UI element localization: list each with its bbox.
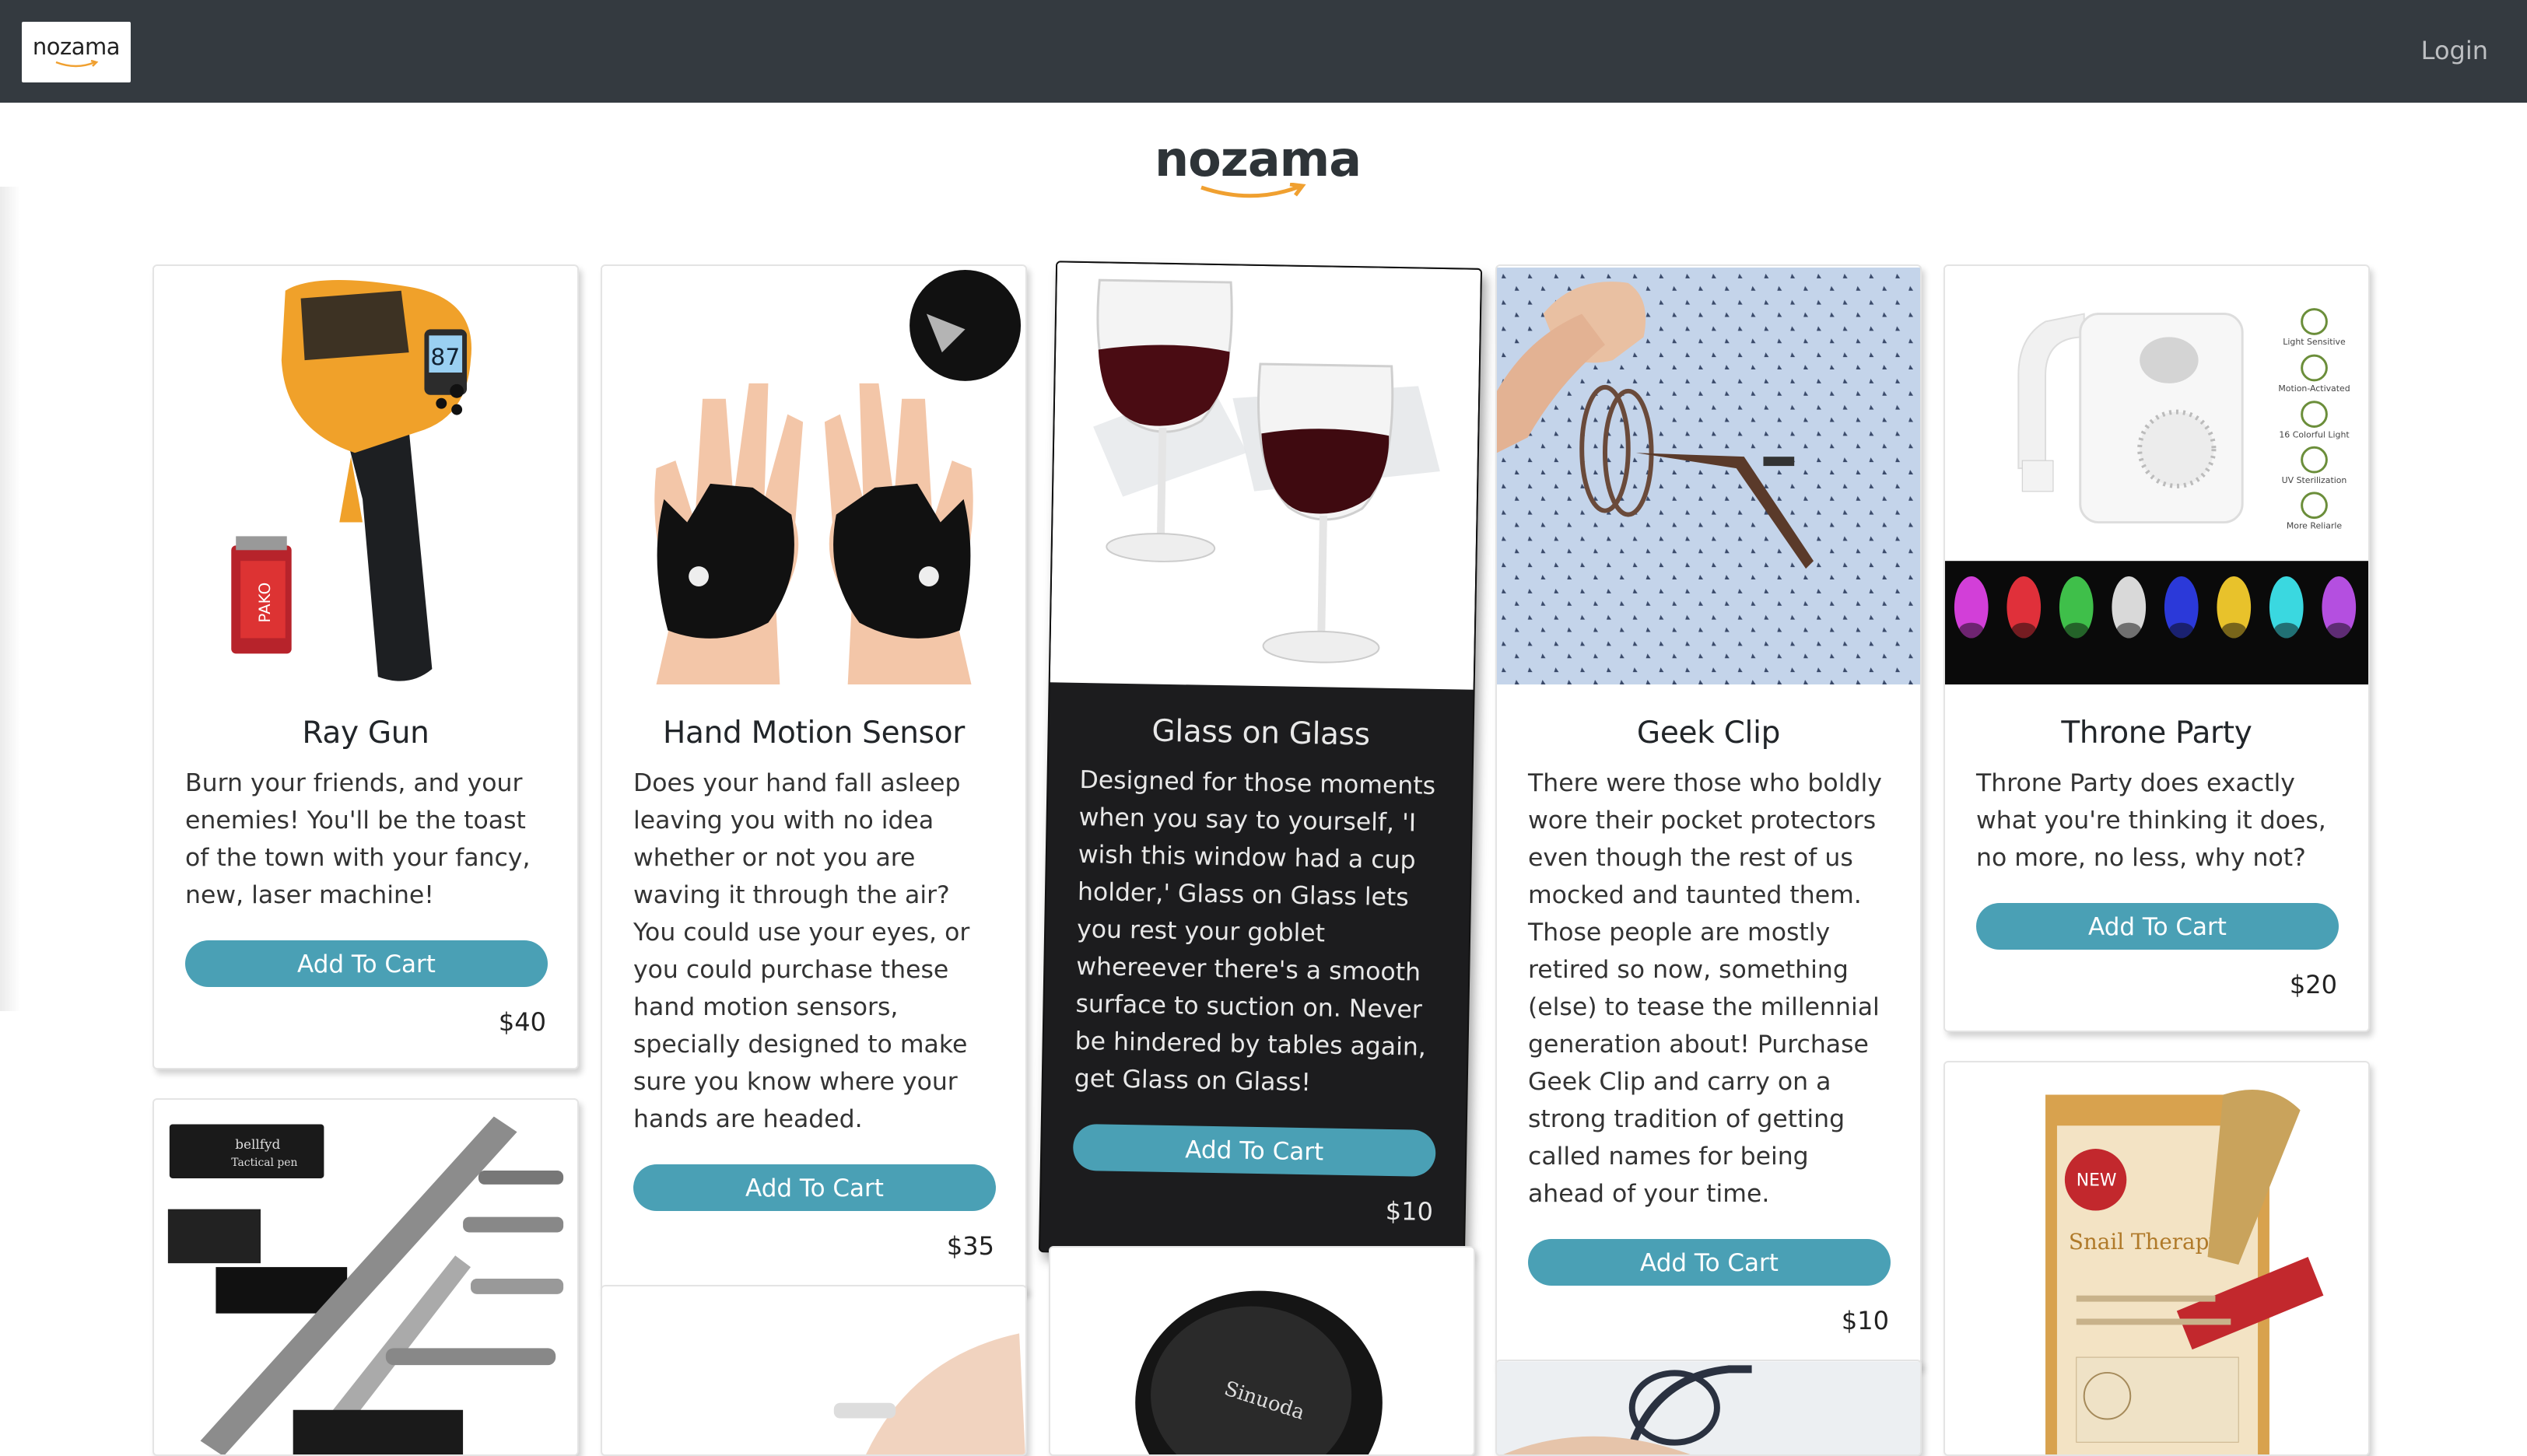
product-image-tactical-pen: bellfyd Tactical pen bbox=[154, 1100, 577, 1454]
product-price: $20 bbox=[2289, 970, 2337, 999]
product-price: $40 bbox=[498, 1007, 546, 1037]
feature-label: Motion-Activated bbox=[2278, 383, 2350, 394]
toilet-light-icon: Light Sensitive Motion-Activated 16 Colo… bbox=[1945, 267, 2368, 685]
product-description: Throne Party does exactly what you're th… bbox=[1976, 769, 2326, 872]
brand-logo: nozama bbox=[1155, 131, 1362, 212]
glasses-icon bbox=[1497, 1361, 1920, 1454]
nav-logo[interactable]: nozama bbox=[22, 22, 131, 82]
product-title: Throne Party bbox=[2061, 716, 2252, 751]
add-to-cart-button[interactable]: Add To Cart bbox=[185, 940, 548, 987]
product-card-snail-mask: NEW Snail Therapy bbox=[1943, 1061, 2370, 1456]
top-navbar: nozama Login bbox=[0, 0, 2527, 103]
product-image-snail-mask: NEW Snail Therapy bbox=[1945, 1062, 2368, 1454]
product-card-geek-clip: Geek Clip There were those who boldly wo… bbox=[1495, 264, 1922, 1368]
add-to-cart-button[interactable]: Add To Cart bbox=[633, 1164, 996, 1211]
feature-label: Light Sensitive bbox=[2283, 337, 2346, 347]
nav-logo-text: nozama bbox=[32, 33, 121, 60]
pen-brand-text: bellfyd bbox=[235, 1136, 280, 1152]
product-description: Designed for those moments when you say … bbox=[1074, 765, 1436, 1097]
feature-label: UV Sterilization bbox=[2282, 475, 2347, 485]
product-image-partial bbox=[602, 1286, 1025, 1454]
product-title: Glass on Glass bbox=[1151, 713, 1371, 753]
smile-arrow-icon bbox=[55, 59, 99, 67]
infrared-thermometer-icon: 87 PAKO bbox=[154, 267, 577, 685]
product-title: Ray Gun bbox=[302, 716, 429, 751]
feature-label: More Reliarle bbox=[2287, 521, 2343, 531]
wine-glass-holder-icon bbox=[1050, 264, 1481, 688]
product-card-partial bbox=[601, 1285, 1027, 1456]
product-card-ray-gun: 87 PAKO Ray Gun Burn your friends, and y… bbox=[152, 264, 579, 1069]
product-image-glass-on-glass bbox=[1050, 262, 1481, 690]
snail-mask-icon: NEW Snail Therapy bbox=[1945, 1063, 2368, 1454]
product-card-wireless-charger: Sinuoda bbox=[1049, 1246, 1475, 1456]
product-card-throne-party: Light Sensitive Motion-Activated 16 Colo… bbox=[1943, 264, 2370, 1032]
brand-logo-text: nozama bbox=[1155, 131, 1362, 187]
product-card-tactical-pen: bellfyd Tactical pen bbox=[152, 1098, 579, 1456]
pen-subtitle-text: Tactical pen bbox=[231, 1157, 297, 1169]
product-image-throne-party: Light Sensitive Motion-Activated 16 Colo… bbox=[1945, 266, 2368, 686]
mask-new-badge: NEW bbox=[2077, 1171, 2117, 1191]
mask-brand-text: Snail Therapy bbox=[2069, 1229, 2222, 1255]
left-edge-shadow bbox=[0, 187, 20, 1011]
add-to-cart-button[interactable]: Add To Cart bbox=[1976, 903, 2339, 950]
product-price: $35 bbox=[946, 1231, 994, 1261]
product-image-wireless-charger: Sinuoda bbox=[1050, 1248, 1474, 1454]
product-card-glass-on-glass: Glass on Glass Designed for those moment… bbox=[1038, 261, 1483, 1260]
led-gloves-icon bbox=[602, 267, 1025, 685]
glasses-clip-icon bbox=[1497, 267, 1920, 685]
add-to-cart-button[interactable]: Add To Cart bbox=[1528, 1239, 1891, 1286]
product-description: Burn your friends, and your enemies! You… bbox=[185, 769, 531, 909]
product-image-glasses-partial bbox=[1497, 1361, 1920, 1454]
product-card-glasses-partial bbox=[1495, 1360, 1922, 1456]
product-image-ray-gun: 87 PAKO bbox=[154, 266, 577, 686]
product-image-geek-clip bbox=[1497, 266, 1920, 686]
svg-text:PAKO: PAKO bbox=[256, 583, 274, 623]
feature-label: 16 Colorful Light bbox=[2279, 429, 2350, 439]
product-title: Geek Clip bbox=[1636, 716, 1781, 751]
product-image-hand-motion-sensor bbox=[602, 266, 1025, 686]
hand-product-icon bbox=[602, 1286, 1025, 1454]
svg-text:87: 87 bbox=[430, 344, 460, 371]
add-to-cart-button[interactable]: Add To Cart bbox=[1072, 1123, 1436, 1178]
product-price: $10 bbox=[1841, 1306, 1889, 1335]
product-description: There were those who boldly wore their p… bbox=[1528, 769, 1882, 1208]
product-title: Hand Motion Sensor bbox=[663, 716, 965, 751]
product-card-hand-motion-sensor: Hand Motion Sensor Does your hand fall a… bbox=[601, 264, 1027, 1293]
login-link[interactable]: Login bbox=[2421, 36, 2488, 65]
product-description: Does your hand fall asleep leaving you w… bbox=[633, 769, 970, 1133]
tactical-pen-icon: bellfyd Tactical pen bbox=[154, 1101, 577, 1454]
wireless-charger-icon: Sinuoda bbox=[1050, 1248, 1474, 1454]
